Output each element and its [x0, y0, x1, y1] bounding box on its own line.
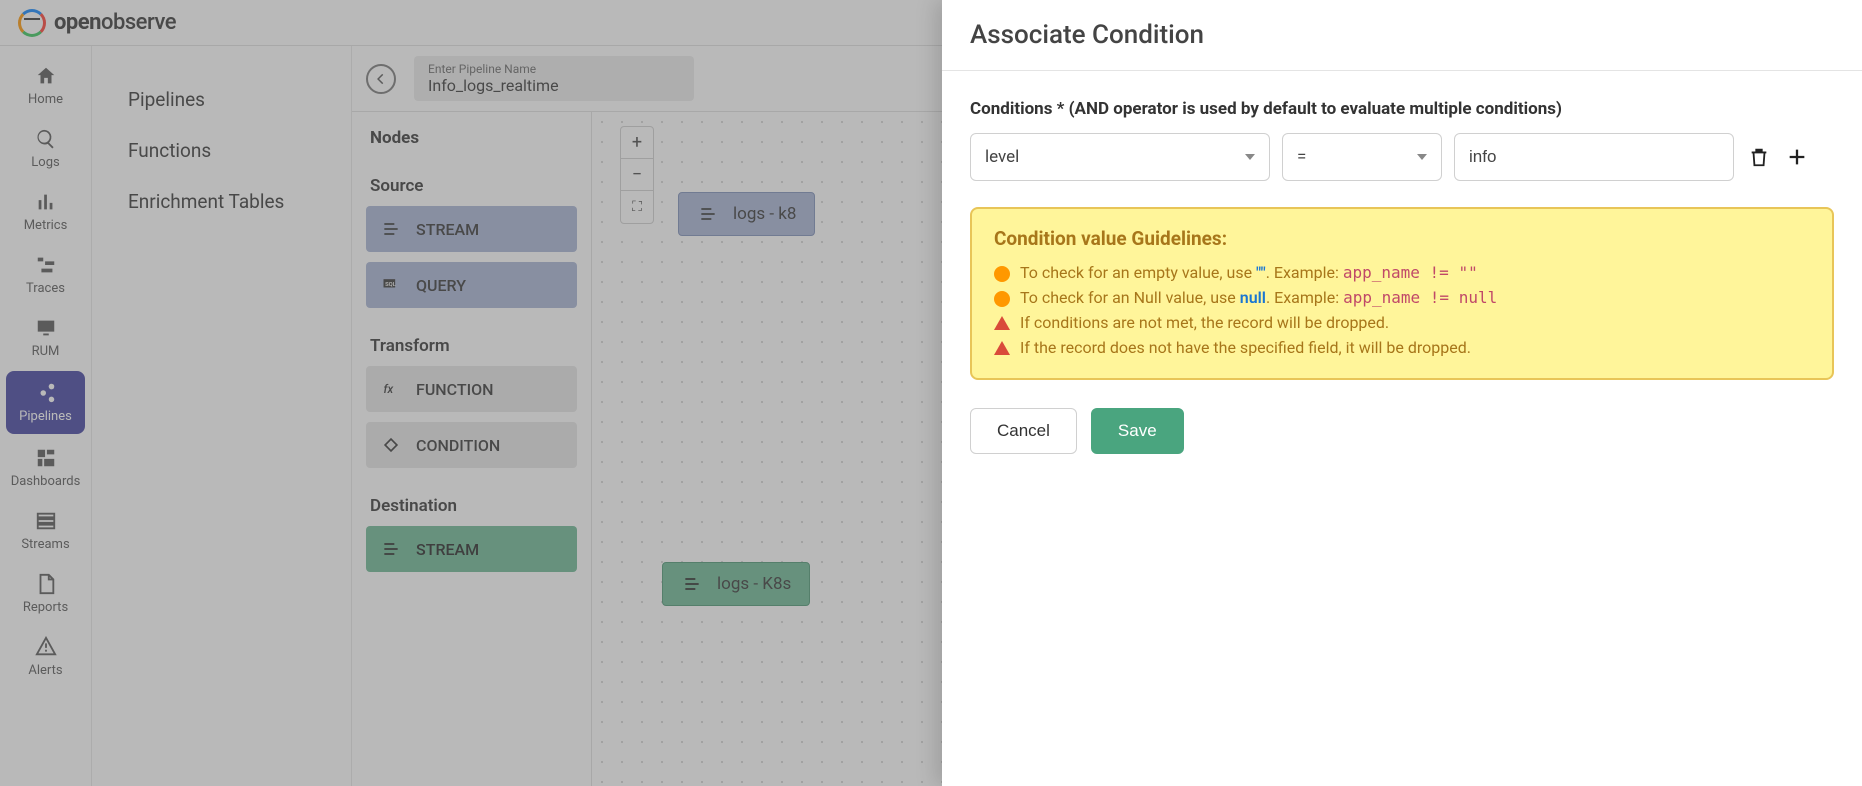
panel-title: Associate Condition: [970, 20, 1834, 50]
plus-icon: [1786, 146, 1808, 168]
guideline-text: To check for an Null value, use: [1020, 288, 1240, 307]
cancel-button[interactable]: Cancel: [970, 408, 1077, 454]
warning-icon: [994, 316, 1010, 330]
guideline-item: To check for an empty value, use "". Exa…: [994, 260, 1810, 285]
warning-icon: [994, 341, 1010, 355]
save-button[interactable]: Save: [1091, 408, 1184, 454]
guideline-text: To check for an empty value, use: [1020, 263, 1256, 282]
guideline-keyword: "": [1256, 263, 1266, 282]
field-select[interactable]: level: [970, 133, 1270, 181]
value-field[interactable]: [1469, 147, 1719, 167]
guideline-item: To check for an Null value, use null. Ex…: [994, 285, 1810, 310]
chevron-down-icon: [1245, 154, 1255, 160]
operator-select[interactable]: =: [1282, 133, 1442, 181]
delete-condition-button[interactable]: [1746, 144, 1772, 170]
guideline-keyword: null: [1240, 288, 1266, 307]
field-value: level: [985, 147, 1019, 167]
panel-header: Associate Condition: [942, 0, 1862, 71]
guideline-tail: . Example:: [1266, 263, 1343, 282]
guidelines-box: Condition value Guidelines: To check for…: [970, 207, 1834, 380]
operator-value: =: [1297, 147, 1306, 167]
condition-row: level =: [970, 133, 1834, 181]
guideline-item: If conditions are not met, the record wi…: [994, 310, 1810, 335]
trash-icon: [1748, 146, 1770, 168]
chevron-down-icon: [1417, 154, 1427, 160]
guideline-text: If the record does not have the specifie…: [1020, 338, 1471, 357]
guideline-code: app_name != null: [1343, 288, 1497, 307]
add-condition-button[interactable]: [1784, 144, 1810, 170]
info-icon: [994, 291, 1010, 307]
condition-panel: Associate Condition Conditions * (AND op…: [942, 0, 1862, 786]
conditions-label: Conditions * (AND operator is used by de…: [970, 99, 1834, 119]
guideline-code: app_name != "": [1343, 263, 1478, 282]
value-input[interactable]: [1454, 133, 1734, 181]
guideline-tail: . Example:: [1266, 288, 1343, 307]
panel-actions: Cancel Save: [970, 408, 1834, 454]
guideline-text: If conditions are not met, the record wi…: [1020, 313, 1389, 332]
guideline-item: If the record does not have the specifie…: [994, 335, 1810, 360]
info-icon: [994, 266, 1010, 282]
guidelines-title: Condition value Guidelines:: [994, 227, 1810, 250]
